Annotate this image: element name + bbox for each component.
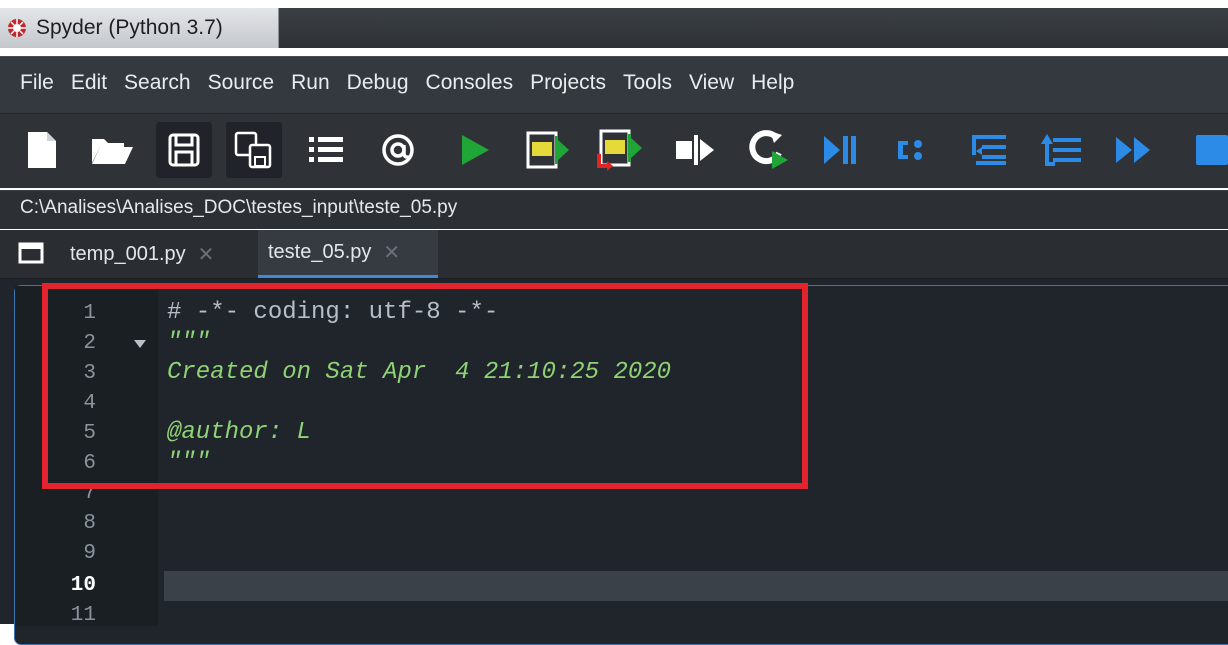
- at-sign-icon: [382, 134, 414, 166]
- outline-list-icon: [309, 137, 343, 162]
- debug-icon: [824, 136, 856, 164]
- close-icon[interactable]: ✕: [383, 240, 400, 265]
- file-path: C:\Analises\Analises_DOC\testes_input\te…: [20, 197, 458, 218]
- line-number: 8: [83, 512, 96, 535]
- menu-file[interactable]: File: [20, 71, 54, 95]
- run-cell-advance-icon: [597, 129, 642, 171]
- title-bar-left: Spyder (Python 3.7): [0, 8, 279, 48]
- browse-tabs-icon[interactable]: [18, 242, 44, 264]
- save-all-button[interactable]: [226, 122, 282, 178]
- run-cell-button[interactable]: [520, 122, 576, 178]
- annotation-highlight-box: [42, 283, 808, 489]
- title-bar: Spyder (Python 3.7): [0, 8, 1228, 48]
- menu-edit[interactable]: Edit: [71, 71, 107, 95]
- tab-label: teste_05.py: [268, 241, 372, 263]
- tab-temp-001[interactable]: temp_001.py ✕: [60, 230, 254, 278]
- step-return-button[interactable]: [1034, 122, 1090, 178]
- open-folder-icon: [92, 139, 133, 164]
- run-button[interactable]: [446, 122, 502, 178]
- run-cell-icon: [526, 131, 569, 169]
- new-file-button[interactable]: [14, 122, 70, 178]
- stop-debug-button[interactable]: [1180, 122, 1228, 178]
- tab-teste-05[interactable]: teste_05.py ✕: [258, 230, 438, 278]
- step-return-icon: [1041, 134, 1081, 166]
- tab-label: temp_001.py: [70, 242, 186, 265]
- main-toolbar: [0, 114, 1228, 188]
- menu-run[interactable]: Run: [291, 71, 330, 95]
- continue-button[interactable]: [1106, 122, 1162, 178]
- close-icon[interactable]: ✕: [198, 242, 215, 267]
- stop-debug-icon: [1196, 135, 1228, 165]
- menu-tools[interactable]: Tools: [623, 71, 672, 95]
- menu-projects[interactable]: Projects: [530, 71, 606, 95]
- save-icon: [168, 133, 200, 167]
- menu-view[interactable]: View: [689, 71, 734, 95]
- current-line-highlight: [164, 571, 1228, 601]
- continue-icon: [1116, 137, 1150, 163]
- save-all-icon: [234, 131, 272, 169]
- menu-search[interactable]: Search: [124, 71, 191, 95]
- run-selection-icon: [676, 135, 714, 165]
- spyder-logo-icon: [8, 19, 26, 37]
- debug-button[interactable]: [812, 122, 868, 178]
- run-icon: [462, 135, 489, 165]
- file-path-bar: C:\Analises\Analises_DOC\testes_input\te…: [0, 190, 1228, 229]
- menu-source[interactable]: Source: [208, 71, 275, 95]
- editor-tab-bar: temp_001.py ✕ teste_05.py ✕: [0, 230, 1228, 279]
- save-button[interactable]: [156, 122, 212, 178]
- step-into-icon: [972, 135, 1006, 165]
- line-number: 11: [70, 604, 96, 627]
- open-file-button[interactable]: [84, 122, 140, 178]
- step-icon: [898, 140, 922, 160]
- rerun-icon: [749, 130, 788, 169]
- run-cell-advance-button[interactable]: [592, 122, 648, 178]
- line-number-current: 10: [70, 574, 96, 597]
- menu-debug[interactable]: Debug: [347, 71, 409, 95]
- window-title: Spyder (Python 3.7): [36, 16, 223, 39]
- outline-button[interactable]: [298, 122, 354, 178]
- rerun-button[interactable]: [740, 122, 796, 178]
- line-number: 9: [83, 542, 96, 565]
- at-sign-button[interactable]: [370, 122, 426, 178]
- step-button[interactable]: [886, 122, 942, 178]
- new-file-icon: [28, 132, 56, 168]
- menu-items: File Edit Search Source Run Debug Consol…: [20, 71, 794, 95]
- menu-help[interactable]: Help: [751, 71, 794, 95]
- menu-consoles[interactable]: Consoles: [426, 71, 514, 95]
- menu-bar: File Edit Search Source Run Debug Consol…: [0, 56, 1228, 114]
- run-selection-button[interactable]: [666, 122, 722, 178]
- step-into-button[interactable]: [960, 122, 1016, 178]
